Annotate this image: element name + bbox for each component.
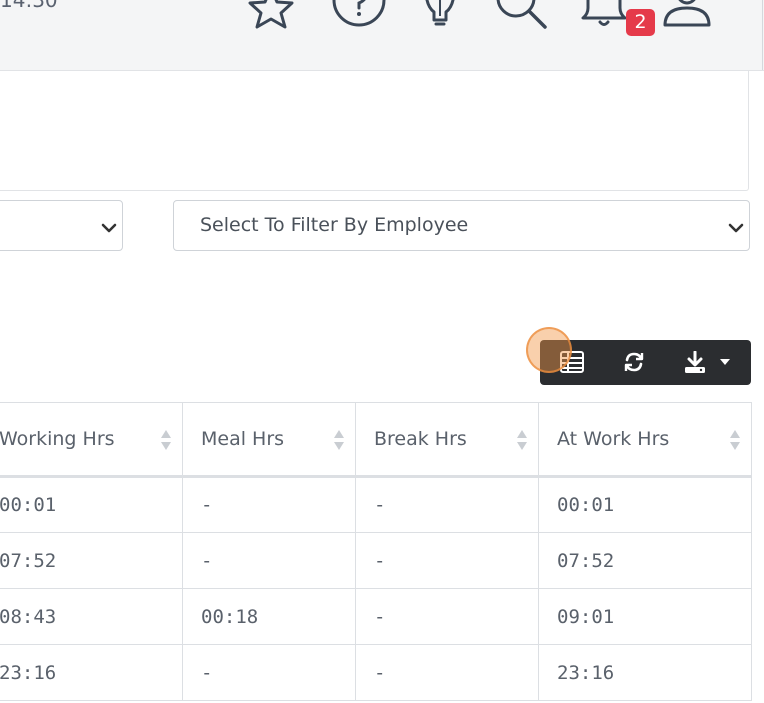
sort-icon — [730, 430, 740, 450]
column-header-working-hrs[interactable]: Working Hrs — [0, 402, 183, 478]
cell-working-hrs: 08:43 — [0, 588, 183, 645]
sort-icon — [517, 430, 527, 450]
lightbulb-icon[interactable] — [418, 0, 462, 30]
sort-icon — [334, 430, 344, 450]
cell-at-work-hrs: 23:16 — [538, 644, 752, 701]
cell-break-hrs: - — [355, 476, 539, 533]
user-icon[interactable] — [660, 0, 714, 30]
filter-select[interactable] — [0, 200, 123, 251]
column-header-at-work-hrs[interactable]: At Work Hrs — [538, 402, 752, 478]
sort-icon — [161, 430, 171, 450]
clock-text: 14:30 — [0, 0, 58, 12]
table-row: 00:01 - - 00:01 — [0, 476, 752, 533]
star-icon[interactable] — [244, 0, 298, 30]
attendance-table: Working Hrs Meal Hrs Break Hrs At Work H… — [0, 402, 752, 701]
notification-badge: 2 — [626, 9, 655, 36]
cell-at-work-hrs: 07:52 — [538, 532, 752, 589]
cell-break-hrs: - — [355, 588, 539, 645]
cell-meal-hrs: - — [182, 532, 356, 589]
top-header: 14:30 2 — [0, 0, 764, 71]
table-row: 07:52 - - 07:52 — [0, 532, 752, 589]
cell-at-work-hrs: 09:01 — [538, 588, 752, 645]
caret-down-icon — [720, 359, 730, 365]
table-row: 23:16 - - 23:16 — [0, 644, 752, 701]
cell-break-hrs: - — [355, 644, 539, 701]
refresh-icon — [624, 352, 644, 372]
cell-at-work-hrs: 00:01 — [538, 476, 752, 533]
cell-working-hrs: 00:01 — [0, 476, 183, 533]
header-edge — [762, 0, 763, 70]
cell-meal-hrs: 00:18 — [182, 588, 356, 645]
download-button[interactable] — [664, 340, 751, 385]
column-header-meal-hrs[interactable]: Meal Hrs — [182, 402, 356, 478]
cell-working-hrs: 07:52 — [0, 532, 183, 589]
download-icon — [685, 351, 705, 373]
employee-filter-value: Select To Filter By Employee — [200, 214, 469, 236]
table-header-row: Working Hrs Meal Hrs Break Hrs At Work H… — [0, 402, 752, 478]
cell-meal-hrs: - — [182, 644, 356, 701]
employee-filter-select[interactable]: Select To Filter By Employee — [173, 200, 750, 251]
search-icon[interactable] — [492, 0, 550, 30]
content-card — [0, 70, 749, 191]
bell-icon[interactable] — [580, 0, 632, 30]
chevron-down-icon — [101, 219, 117, 238]
click-indicator — [526, 327, 572, 373]
cell-working-hrs: 23:16 — [0, 644, 183, 701]
help-icon[interactable] — [330, 0, 388, 30]
table-row: 08:43 00:18 - 09:01 — [0, 588, 752, 645]
column-header-break-hrs[interactable]: Break Hrs — [355, 402, 539, 478]
refresh-button[interactable] — [602, 340, 664, 385]
chevron-down-icon — [728, 219, 744, 238]
cell-break-hrs: - — [355, 532, 539, 589]
cell-meal-hrs: - — [182, 476, 356, 533]
